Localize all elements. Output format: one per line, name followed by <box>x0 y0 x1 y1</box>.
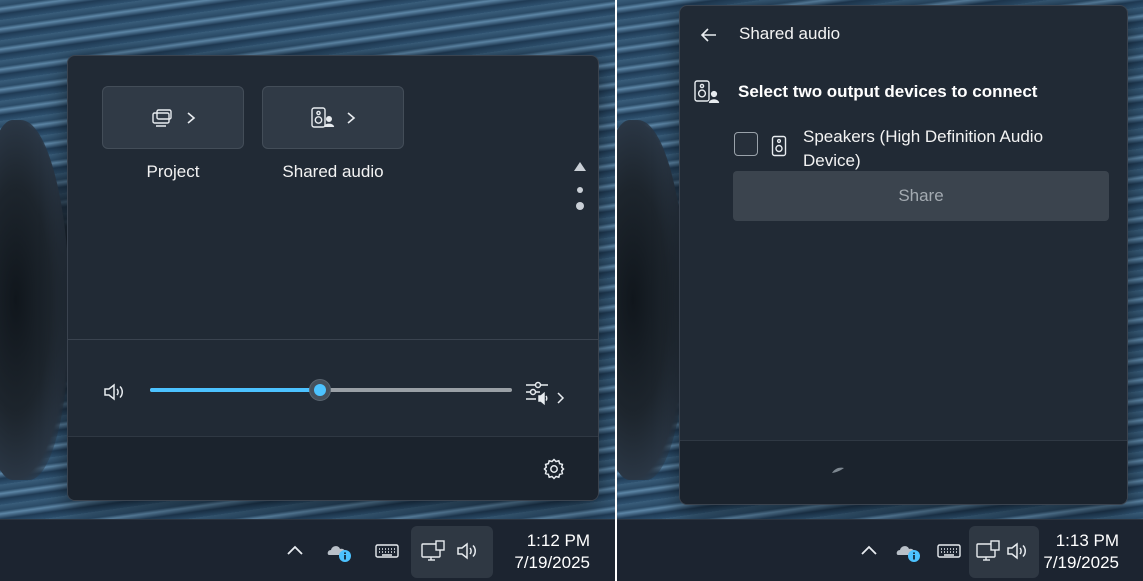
back-arrow-icon[interactable] <box>698 24 720 46</box>
right-screen: Shared audio Select two output devices t… <box>617 0 1143 581</box>
keyboard-icon[interactable] <box>936 539 962 563</box>
taskbar-clock[interactable]: 1:12 PM 7/19/2025 <box>498 530 590 574</box>
page-title: Shared audio <box>739 24 841 43</box>
share-button[interactable]: Share <box>733 171 1109 221</box>
page-dot-active[interactable] <box>576 202 584 210</box>
settings-gear-icon[interactable] <box>542 457 566 481</box>
volume-fill <box>150 388 321 392</box>
project-tile[interactable] <box>102 86 244 149</box>
chevron-up-icon[interactable] <box>282 539 308 563</box>
project-label: Project <box>146 162 200 181</box>
page-indicator[interactable] <box>572 162 588 212</box>
shared-audio-icon <box>311 106 335 128</box>
divider <box>68 339 598 340</box>
shared-audio-tile[interactable] <box>262 86 404 149</box>
select-devices-heading: Select two output devices to connect <box>738 82 1038 101</box>
panel-footer <box>680 440 1127 504</box>
device-checkbox[interactable] <box>734 132 758 156</box>
volume-icon[interactable] <box>455 539 481 563</box>
clock-time: 1:12 PM <box>526 531 590 550</box>
network-icon[interactable] <box>420 539 446 563</box>
clock-date: 7/19/2025 <box>514 553 590 572</box>
device-name[interactable]: Speakers (High Definition Audio Device) <box>803 125 1093 173</box>
volume-thumb[interactable] <box>309 379 332 401</box>
shared-audio-label: Shared audio <box>282 162 384 181</box>
chevron-right-icon <box>187 111 196 124</box>
page-up-arrow-icon[interactable] <box>574 162 586 171</box>
sound-output-icon[interactable] <box>524 380 570 406</box>
project-icon <box>152 108 172 127</box>
panel-footer <box>68 436 598 500</box>
quick-settings-panel: Project Shared audio <box>67 55 599 501</box>
network-icon[interactable] <box>975 539 1001 563</box>
volume-icon[interactable] <box>1005 539 1031 563</box>
taskbar: 1:13 PM 7/19/2025 <box>617 519 1143 581</box>
left-screen: Project Shared audio 1:12 PM 7/19/2025 <box>0 0 615 581</box>
shared-audio-icon <box>694 80 720 104</box>
clock-time: 1:13 PM <box>1055 531 1119 550</box>
onedrive-icon[interactable] <box>895 539 921 563</box>
taskbar: 1:12 PM 7/19/2025 <box>0 519 615 581</box>
volume-icon[interactable] <box>102 380 126 404</box>
clock-date: 7/19/2025 <box>1043 553 1119 572</box>
volume-slider[interactable] <box>150 378 512 402</box>
taskbar-clock[interactable]: 1:13 PM 7/19/2025 <box>1041 530 1119 574</box>
chevron-up-icon[interactable] <box>856 539 882 563</box>
onedrive-icon[interactable] <box>326 539 352 563</box>
speaker-icon <box>771 135 787 157</box>
keyboard-icon[interactable] <box>374 539 400 563</box>
chevron-right-icon <box>347 111 356 124</box>
cursor-icon <box>832 467 844 473</box>
shared-audio-panel: Shared audio Select two output devices t… <box>679 5 1128 505</box>
page-dot[interactable] <box>577 187 583 193</box>
